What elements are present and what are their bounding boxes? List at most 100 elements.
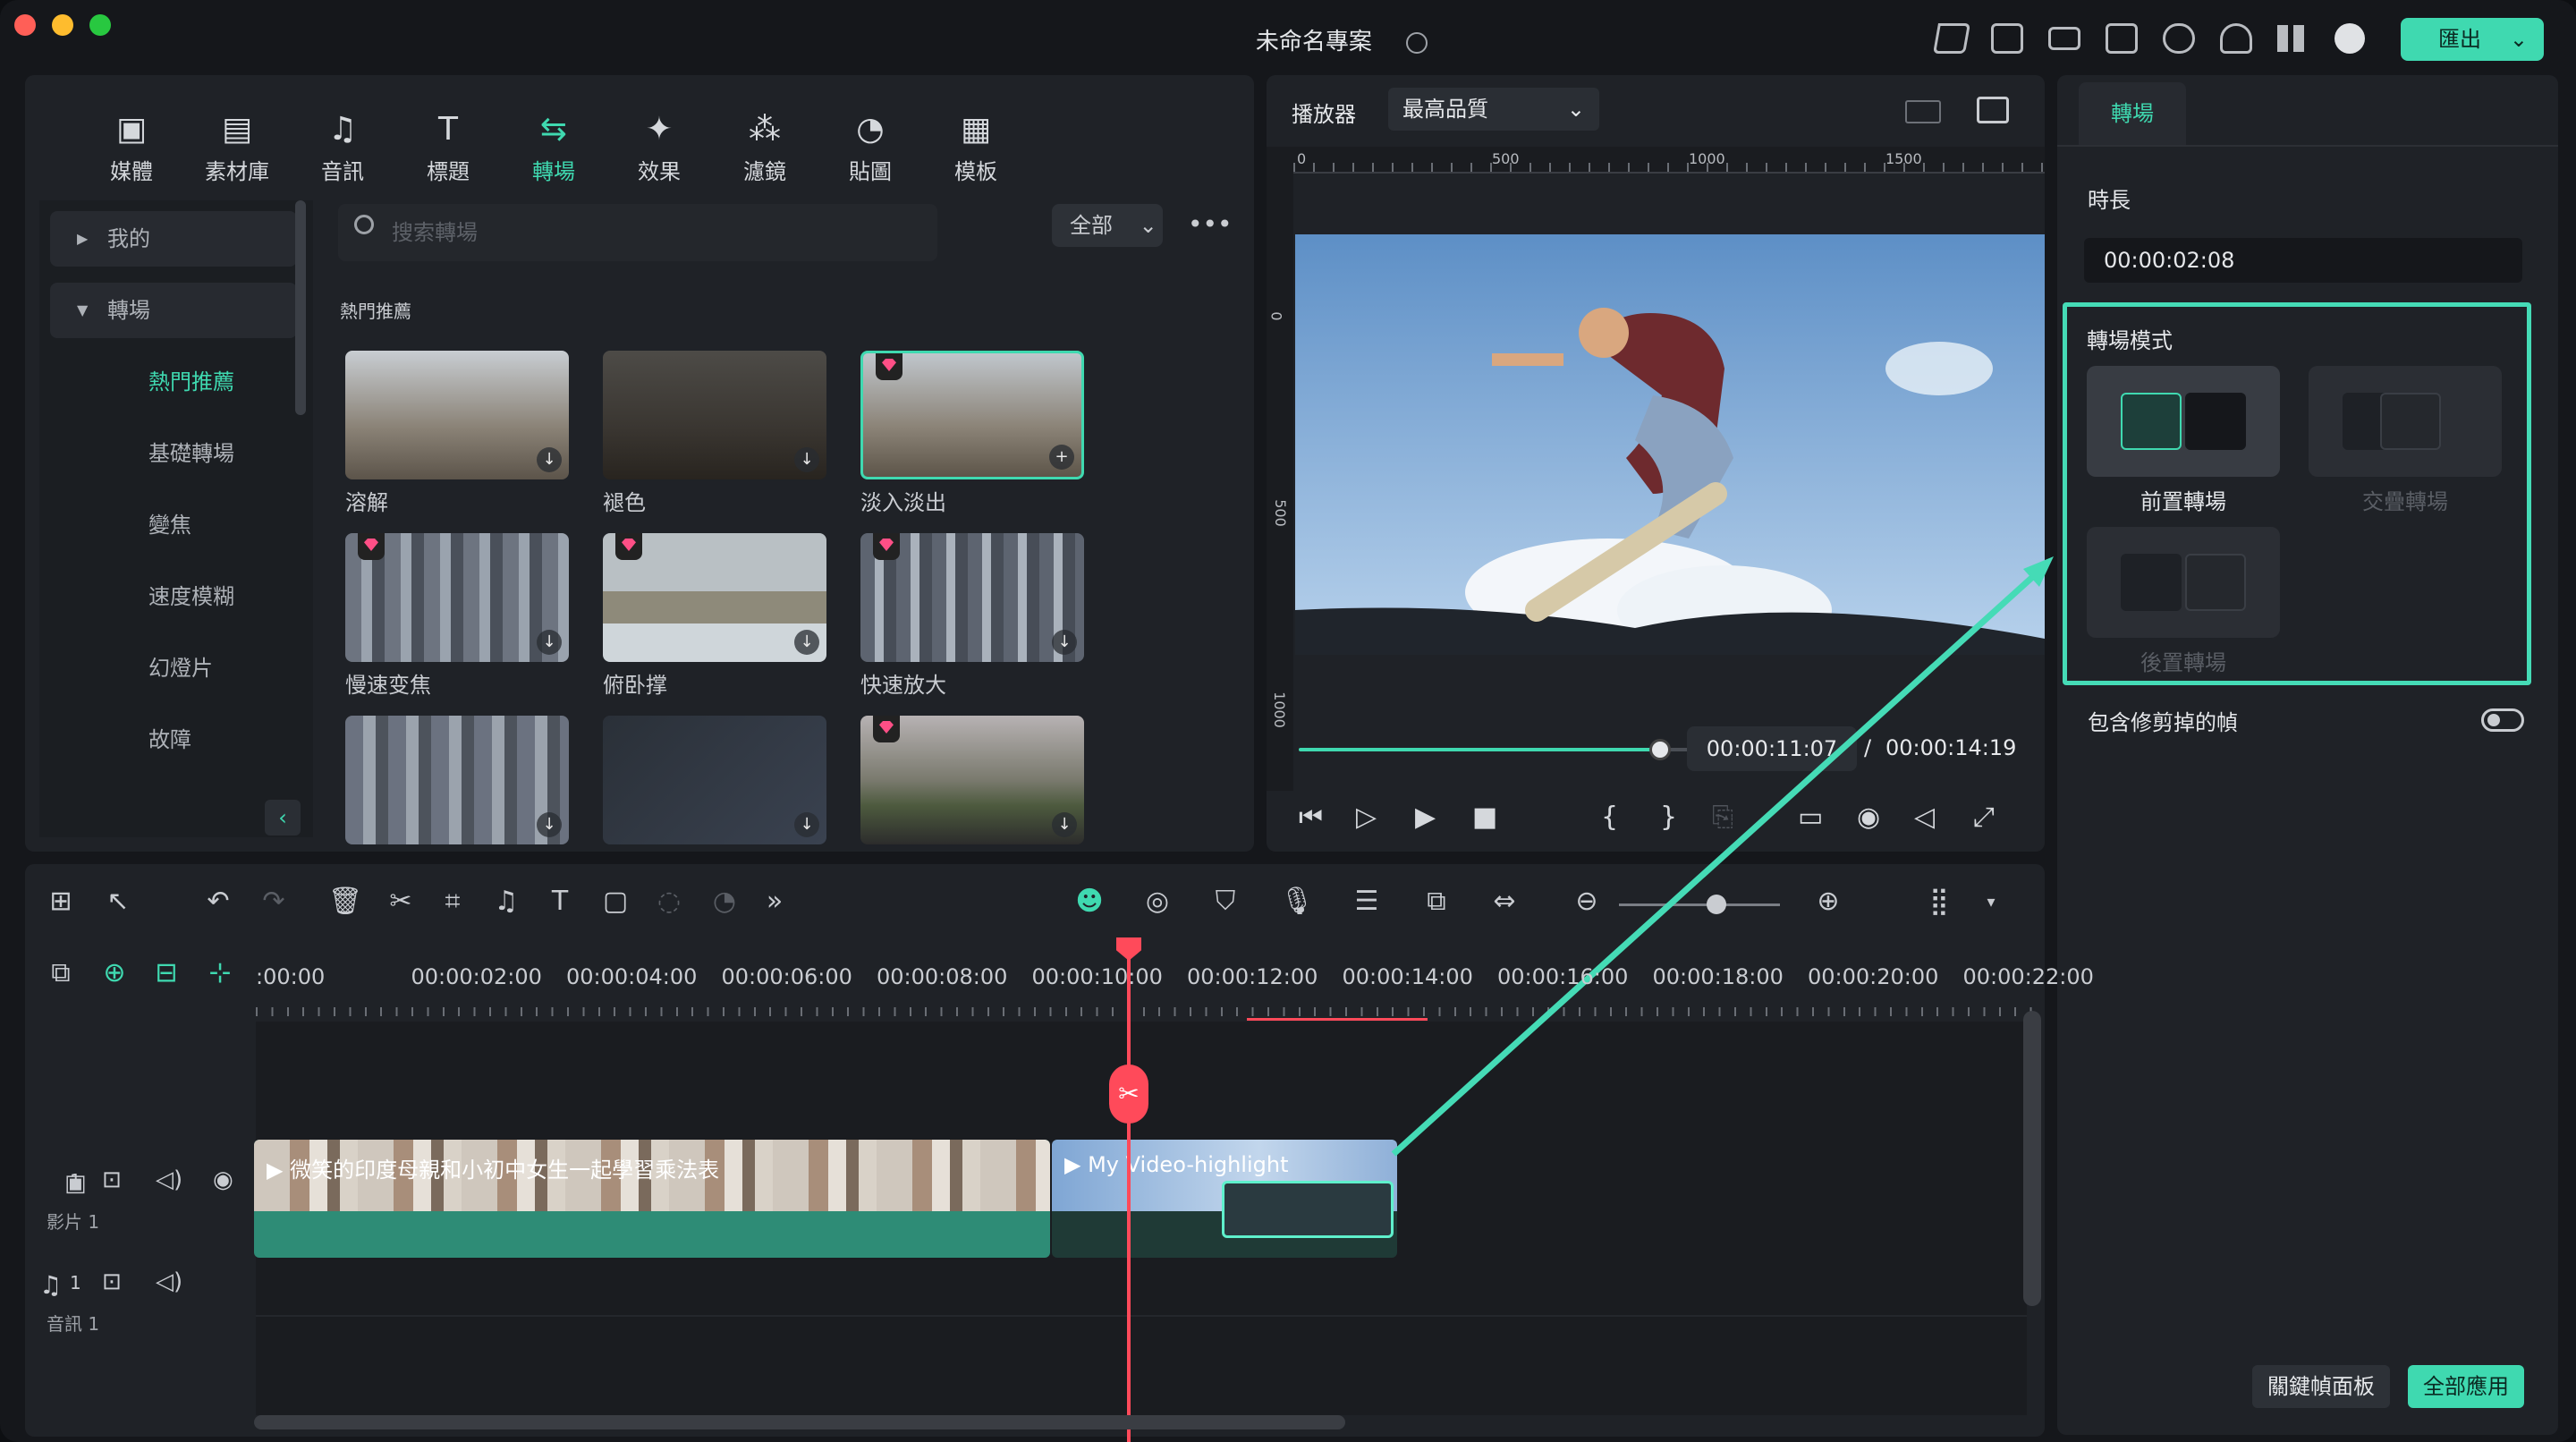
image-icon[interactable] (1977, 97, 2009, 123)
current-timecode[interactable]: 00:00:11:07 (1687, 726, 1857, 771)
layout-icon[interactable] (2048, 27, 2080, 50)
transition-thumb[interactable]: ↓ (603, 716, 826, 844)
transition-thumb[interactable]: ↓ (860, 533, 1084, 662)
apply-all-button[interactable]: 全部應用 (2408, 1365, 2524, 1408)
nav-item-glitch[interactable]: 故障 (50, 712, 297, 768)
video-clip-2[interactable]: ▶ My Video-highlight (1052, 1140, 1397, 1258)
play-step-icon[interactable]: ▷ (1356, 802, 1377, 833)
undo-icon[interactable]: ↶ (200, 886, 236, 917)
mark-in-icon[interactable]: { (1601, 802, 1618, 833)
more-options-icon[interactable]: ••• (1188, 209, 1233, 239)
nav-item-speed-blur[interactable]: 速度模糊 (50, 569, 297, 624)
snap-icon[interactable]: ⊹ (202, 957, 238, 988)
include-trimmed-toggle[interactable] (2481, 708, 2524, 732)
download-icon[interactable]: ↓ (537, 812, 562, 837)
playhead[interactable] (1127, 939, 1131, 1442)
keyframe-panel-button[interactable]: 關鍵幀面板 (2252, 1365, 2390, 1408)
playback-knob[interactable] (1649, 739, 1671, 760)
minimize-window-button[interactable] (52, 14, 73, 36)
video-preview[interactable] (1295, 234, 2045, 655)
volume-icon[interactable]: ◁) (156, 1166, 182, 1193)
nav-item-basic[interactable]: 基礎轉場 (50, 426, 297, 481)
shape-icon[interactable]: ▢ (597, 886, 633, 917)
mode-overlap[interactable] (2309, 366, 2502, 477)
text-icon[interactable]: T (542, 886, 578, 917)
transition-block[interactable] (1222, 1181, 1394, 1238)
tab-transition[interactable]: ⇆ 轉場 (504, 111, 603, 185)
transition-thumb[interactable]: ↓ (345, 533, 569, 662)
transition-thumb[interactable]: ↓ (603, 351, 826, 479)
add-track-icon[interactable]: ⧉ (43, 957, 79, 988)
add-icon[interactable]: + (1049, 445, 1074, 470)
zoom-knob[interactable] (1707, 895, 1726, 914)
duration-field[interactable]: 00:00:02:08 (2084, 238, 2522, 283)
delete-icon[interactable]: 🗑 (327, 886, 363, 917)
insert-icon[interactable]: ⎘ (1712, 802, 1733, 833)
more-tools-icon[interactable]: » (757, 886, 792, 917)
split-icon[interactable]: ✂ (383, 886, 419, 917)
save-icon[interactable] (2106, 23, 2138, 54)
mode-postfix[interactable] (2087, 527, 2280, 638)
volume-icon[interactable]: ◁) (156, 1268, 182, 1295)
tab-stock[interactable]: ▤ 素材庫 (188, 111, 286, 185)
speed-icon[interactable]: ◔ (707, 886, 742, 917)
filter-dropdown[interactable]: 全部 ⌄ (1052, 204, 1163, 247)
tab-filters[interactable]: ⁂ 濾鏡 (716, 111, 814, 185)
preview-quality-icon[interactable]: ⧉ (1419, 886, 1454, 917)
layout-grid-icon[interactable]: ⊞ (43, 886, 79, 917)
volume-icon[interactable]: ◁ (1914, 802, 1935, 833)
playback-progress[interactable] (1299, 748, 1660, 751)
fullscreen-icon[interactable]: ⤢ (1973, 802, 1995, 833)
auto-highlight-icon[interactable]: ◎ (1140, 886, 1175, 917)
tasks-icon[interactable] (1991, 23, 2023, 54)
nav-item-slideshow[interactable]: 幻燈片 (50, 640, 297, 696)
lock-icon[interactable]: ⊡ (102, 1268, 122, 1295)
tab-effects[interactable]: ✦ 效果 (610, 111, 708, 185)
nav-item-hot[interactable]: 熱門推薦 (50, 354, 297, 410)
close-window-button[interactable] (14, 14, 36, 36)
download-icon[interactable]: ↓ (794, 630, 819, 655)
stop-icon[interactable]: ■ (1472, 802, 1497, 833)
transition-thumb[interactable]: + (860, 351, 1084, 479)
marker-icon[interactable]: ⛉ (1208, 886, 1243, 917)
video-clip-1[interactable]: ▶ 微笑的印度母親和小初中女生一起學習乘法表 (254, 1140, 1050, 1258)
tab-media[interactable]: ▣ 媒體 (82, 111, 181, 185)
prev-frame-icon[interactable]: ⏮ (1299, 802, 1323, 833)
download-icon[interactable]: ↓ (537, 630, 562, 655)
maximize-window-button[interactable] (89, 14, 111, 36)
ripple-icon[interactable]: ⊟ (148, 957, 184, 988)
headset-icon[interactable] (2220, 23, 2252, 54)
timeline-hscrollbar[interactable] (254, 1415, 1345, 1429)
sidebar-scrollbar[interactable] (295, 200, 306, 415)
snapshot-icon[interactable]: ◉ (1857, 802, 1880, 833)
grid-apps-icon[interactable] (2277, 25, 2304, 52)
transition-thumb[interactable]: ↓ (345, 716, 569, 844)
export-button[interactable]: 匯出 ⌄ (2401, 18, 2544, 61)
search-input[interactable] (392, 204, 875, 261)
timeline-vscrollbar[interactable] (2023, 1011, 2041, 1306)
mask-icon[interactable]: ◌ (651, 886, 687, 917)
download-icon[interactable]: ↓ (537, 447, 562, 472)
lock-icon[interactable]: ⊡ (102, 1166, 122, 1193)
tab-sticker[interactable]: ◔ 貼圖 (821, 111, 919, 185)
microphone-icon[interactable]: 🎙 (1279, 886, 1315, 917)
redo-icon[interactable]: ↷ (256, 886, 292, 917)
collapse-sidebar-button[interactable]: ‹ (265, 800, 301, 836)
zoom-in-icon[interactable]: ⊕ (1810, 886, 1846, 917)
crop-icon[interactable]: ⌗ (435, 886, 470, 917)
nav-transitions[interactable]: ▼ 轉場 (50, 283, 297, 338)
tab-template[interactable]: ▦ 模板 (927, 111, 1025, 185)
zoom-out-icon[interactable]: ⊖ (1569, 886, 1605, 917)
download-icon[interactable]: ↓ (794, 447, 819, 472)
avatar[interactable] (2334, 23, 2365, 54)
zoom-slider[interactable] (1619, 903, 1780, 906)
audio-edit-icon[interactable]: ♫ (488, 886, 524, 917)
transition-thumb[interactable]: ↓ (603, 533, 826, 662)
tab-title[interactable]: T 標題 (399, 111, 497, 185)
monitor-icon[interactable]: ▭ (1798, 802, 1823, 833)
track-settings-icon[interactable]: ⣿ (1921, 886, 1957, 917)
download-icon[interactable]: ↓ (1052, 630, 1077, 655)
grid-view-icon[interactable] (1905, 100, 1941, 123)
search-box[interactable] (338, 204, 937, 261)
tab-music[interactable]: ♫ 音訊 (293, 111, 392, 185)
